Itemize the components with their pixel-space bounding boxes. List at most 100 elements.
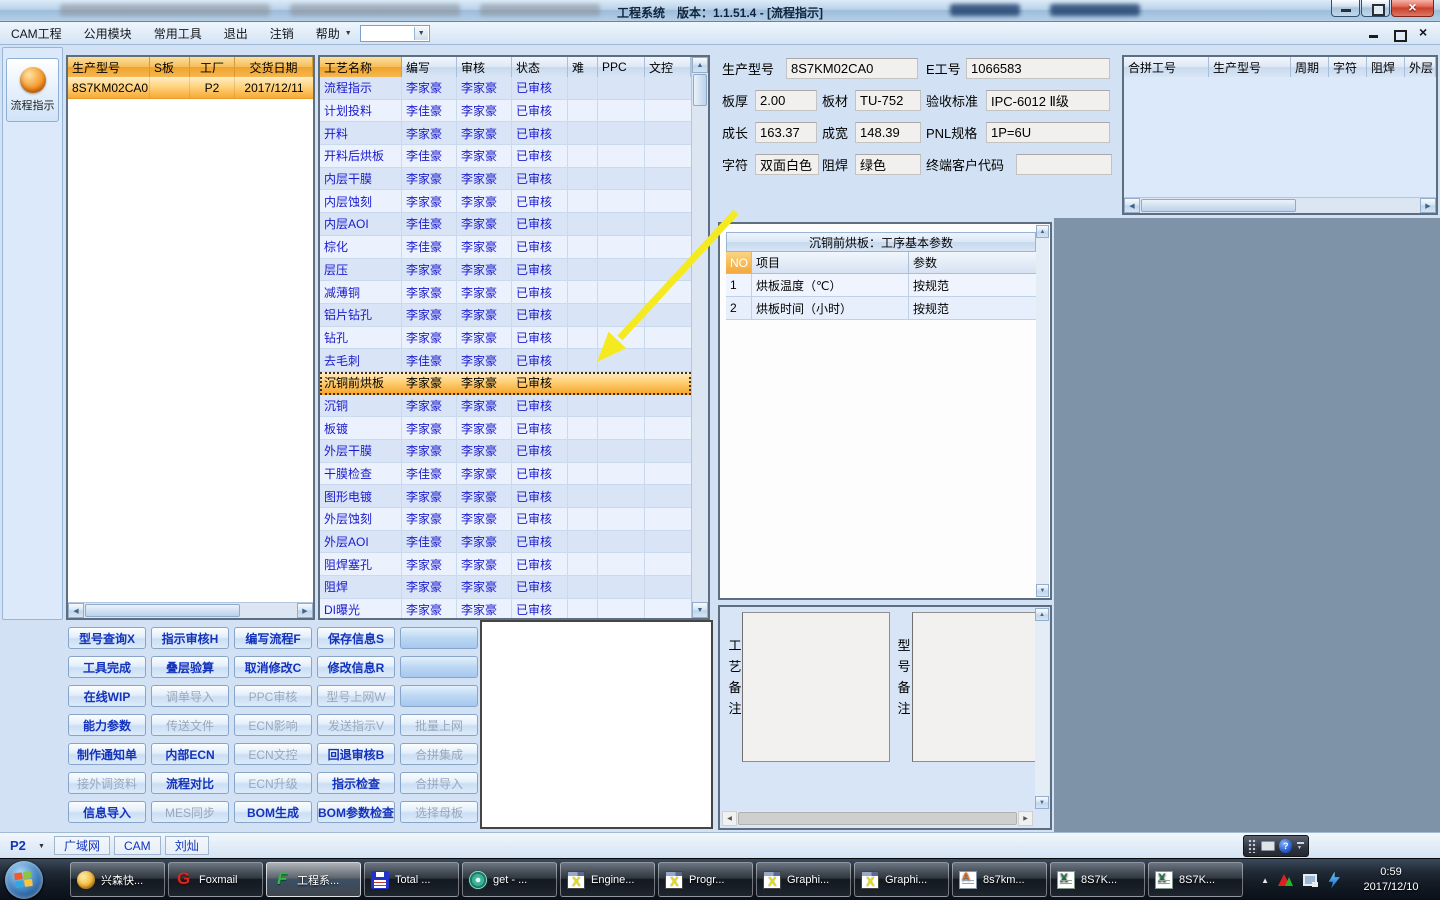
process-row[interactable]: 沉铜前烘板 李家豪 李家豪 已审核 bbox=[320, 371, 691, 395]
taskbar-item[interactable]: 兴森快... bbox=[70, 862, 165, 897]
process-row[interactable]: 层压 李家豪 李家豪 已审核 bbox=[320, 258, 691, 282]
language-bar-options-icon[interactable]: ▼ bbox=[1297, 846, 1304, 851]
action-button[interactable]: MES同步 bbox=[151, 801, 229, 823]
column-header[interactable]: S板 bbox=[150, 57, 190, 77]
scroll-down-icon[interactable] bbox=[692, 602, 708, 618]
action-button[interactable]: 编写流程F bbox=[234, 627, 312, 649]
column-header[interactable]: 编写 bbox=[402, 57, 457, 77]
process-row[interactable]: 外层AOI 李佳豪 李家豪 已审核 bbox=[320, 530, 691, 554]
column-header[interactable]: 生产型号 bbox=[68, 57, 150, 77]
action-button[interactable]: BOM参数检查 bbox=[317, 801, 395, 823]
model-row[interactable]: 8S7KM02CA0 P2 2017/12/11 bbox=[68, 77, 313, 99]
action-button[interactable]: 信息导入 bbox=[68, 801, 146, 823]
column-header[interactable]: 审核 bbox=[457, 57, 512, 77]
process-row[interactable]: 钻孔 李家豪 李家豪 已审核 bbox=[320, 326, 691, 350]
action-button[interactable]: PPC审核 bbox=[234, 685, 312, 707]
parameter-row[interactable]: 2 烘板时间（小时） 按规范 bbox=[726, 297, 1036, 320]
taskbar-item[interactable]: Foxmail bbox=[168, 862, 263, 897]
scrollbar-thumb[interactable] bbox=[1141, 199, 1296, 212]
column-header[interactable]: 参数 bbox=[909, 252, 1036, 274]
solder-mask-input[interactable]: 绿色 bbox=[855, 154, 921, 175]
restore-button[interactable] bbox=[1361, 0, 1390, 17]
column-header[interactable]: 项目 bbox=[752, 252, 909, 274]
action-button[interactable]: 保存信息S bbox=[317, 627, 395, 649]
column-header[interactable]: 交货日期 bbox=[235, 57, 313, 77]
acceptance-standard-input[interactable]: IPC-6012 Ⅱ级 bbox=[986, 90, 1110, 111]
process-row[interactable]: 沉铜 李家豪 李家豪 已审核 bbox=[320, 394, 691, 418]
action-button[interactable]: ECN文控 bbox=[234, 743, 312, 765]
tray-app-icon[interactable] bbox=[1278, 873, 1294, 887]
process-row[interactable]: 板镀 李家豪 李家豪 已审核 bbox=[320, 417, 691, 440]
flow-indicator-button[interactable]: 流程指示 bbox=[6, 58, 59, 122]
mdi-restore-button[interactable] bbox=[1393, 28, 1407, 42]
process-row[interactable]: 内层AOI 李佳豪 李家豪 已审核 bbox=[320, 213, 691, 236]
taskbar-item[interactable]: 工程系... bbox=[266, 862, 361, 897]
start-button[interactable] bbox=[5, 861, 43, 899]
minimize-button[interactable] bbox=[1331, 0, 1360, 17]
process-row[interactable]: 开料 李家豪 李家豪 已审核 bbox=[320, 122, 691, 146]
process-row[interactable]: 阻焊 李家豪 李家豪 已审核 bbox=[320, 576, 691, 599]
model-remarks-textarea[interactable] bbox=[912, 612, 1038, 762]
process-row[interactable]: 铝片钻孔 李家豪 李家豪 已审核 bbox=[320, 303, 691, 327]
column-header[interactable]: 周期 bbox=[1291, 57, 1329, 77]
action-button[interactable]: BOM生成 bbox=[234, 801, 312, 823]
action-button[interactable]: 合拼导入 bbox=[400, 772, 478, 794]
column-header[interactable]: 难 bbox=[568, 57, 598, 77]
taskbar-item[interactable]: Graphi... bbox=[756, 862, 851, 897]
taskbar-item[interactable]: Total ... bbox=[364, 862, 459, 897]
column-header[interactable]: 外层 bbox=[1405, 57, 1436, 77]
action-button[interactable] bbox=[400, 685, 478, 707]
scroll-up-icon[interactable] bbox=[692, 57, 708, 73]
scroll-down-icon[interactable] bbox=[1035, 796, 1049, 809]
finished-length-input[interactable]: 163.37 bbox=[755, 122, 817, 143]
taskbar-item[interactable]: Progr... bbox=[658, 862, 753, 897]
process-row[interactable]: 棕化 李佳豪 李家豪 已审核 bbox=[320, 235, 691, 259]
production-model-input[interactable]: 8S7KM02CA0 bbox=[786, 58, 918, 79]
scroll-left-icon[interactable] bbox=[722, 811, 737, 826]
menu-item[interactable]: 常用工具 bbox=[143, 22, 213, 44]
clock[interactable]: 0:59 2017/12/10 bbox=[1350, 865, 1432, 895]
column-header[interactable]: 工艺名称 bbox=[320, 57, 402, 77]
menu-item[interactable]: 注销 bbox=[259, 22, 305, 44]
column-header[interactable]: 字符 bbox=[1329, 57, 1367, 77]
action-button[interactable]: 能力参数 bbox=[68, 714, 146, 736]
e-number-input[interactable]: 1066583 bbox=[966, 58, 1110, 79]
action-button[interactable]: 叠层验算 bbox=[151, 656, 229, 678]
board-material-input[interactable]: TU-752 bbox=[855, 90, 921, 111]
action-button[interactable]: 制作通知单 bbox=[68, 743, 146, 765]
process-row[interactable]: 流程指示 李家豪 李家豪 已审核 bbox=[320, 77, 691, 100]
scroll-down-icon[interactable] bbox=[1036, 584, 1049, 597]
action-button[interactable]: 接外调资料 bbox=[68, 772, 146, 794]
action-button[interactable]: 指示审核H bbox=[151, 627, 229, 649]
taskbar-item[interactable]: Graphi... bbox=[854, 862, 949, 897]
thunder-icon[interactable] bbox=[1328, 871, 1340, 889]
network-icon[interactable] bbox=[1303, 873, 1318, 887]
action-button[interactable]: 合拼集成 bbox=[400, 743, 478, 765]
parameter-row[interactable]: 1 烘板温度（℃） 按规范 bbox=[726, 274, 1036, 297]
process-remarks-textarea[interactable] bbox=[742, 612, 890, 762]
action-button[interactable]: ECN升级 bbox=[234, 772, 312, 794]
taskbar-item[interactable]: 8S7K... bbox=[1050, 862, 1145, 897]
action-button[interactable]: 内部ECN bbox=[151, 743, 229, 765]
action-button[interactable]: 调单导入 bbox=[151, 685, 229, 707]
scroll-right-icon[interactable] bbox=[1018, 811, 1033, 826]
action-button[interactable]: 批量上网 bbox=[400, 714, 478, 736]
process-row[interactable]: 开料后烘板 李佳豪 李家豪 已审核 bbox=[320, 145, 691, 168]
help-icon[interactable]: ? bbox=[1279, 839, 1292, 853]
taskbar-item[interactable]: Engine... bbox=[560, 862, 655, 897]
action-button[interactable]: 工具完成 bbox=[68, 656, 146, 678]
action-button[interactable]: 在线WIP bbox=[68, 685, 146, 707]
column-header[interactable]: 生产型号 bbox=[1209, 57, 1291, 77]
scrollbar-thumb[interactable] bbox=[738, 812, 1017, 825]
process-row[interactable]: 干膜检查 李佳豪 李家豪 已审核 bbox=[320, 462, 691, 486]
column-header[interactable]: PPC bbox=[598, 57, 645, 77]
process-row[interactable]: 外层干膜 李家豪 李家豪 已审核 bbox=[320, 440, 691, 463]
action-button[interactable]: 流程对比 bbox=[151, 772, 229, 794]
scroll-right-icon[interactable] bbox=[1420, 198, 1436, 213]
action-button[interactable]: 选择母板 bbox=[400, 801, 478, 823]
action-button[interactable] bbox=[400, 656, 478, 678]
scroll-left-icon[interactable] bbox=[68, 603, 84, 618]
action-button[interactable] bbox=[400, 627, 478, 649]
taskbar-item[interactable]: 8s7km... bbox=[952, 862, 1047, 897]
scroll-up-icon[interactable] bbox=[1035, 608, 1049, 621]
